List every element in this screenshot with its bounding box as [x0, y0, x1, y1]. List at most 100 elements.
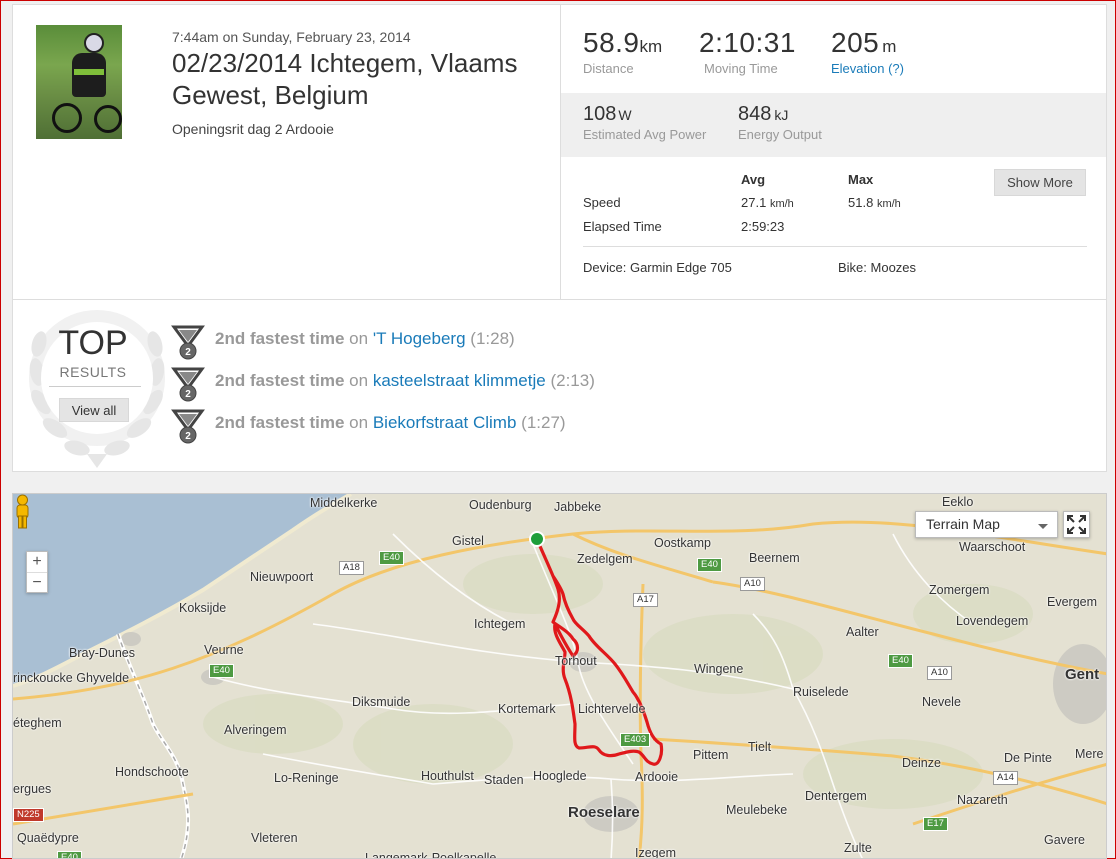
result-on: on — [349, 413, 369, 432]
map-label-ergues: ergues — [13, 782, 52, 796]
route-map[interactable]: Middelkerke Oudenburg Jabbeke Eeklo Gist… — [12, 493, 1107, 859]
map-label-nieuwpoort: Nieuwpoort — [250, 570, 314, 584]
map-label-jabbeke: Jabbeke — [554, 500, 602, 514]
map-label-kortemark: Kortemark — [498, 702, 556, 716]
map-label-langemark: Langemark-Poelkapelle — [365, 851, 497, 859]
map-label-meulebeke: Meulebeke — [726, 803, 788, 817]
energy-label: Energy Output — [738, 127, 822, 142]
map-label-wingene: Wingene — [694, 662, 744, 676]
moving-time-stat: 2:10:31 Moving Time — [699, 27, 796, 76]
divider — [583, 246, 1087, 247]
rider-helmet — [84, 33, 104, 53]
result-rank: 2nd fastest time — [215, 413, 345, 432]
map-label-gistel: Gistel — [452, 534, 484, 548]
map-label-izegem: Izegem — [635, 846, 676, 859]
speed-avg: 27.1 km/h — [741, 195, 794, 210]
map-label-diksmuide: Diksmuide — [352, 695, 411, 709]
map-label-gavere: Gavere — [1044, 833, 1085, 847]
map-label-lichtervelde: Lichtervelde — [578, 702, 646, 716]
svg-text:2: 2 — [185, 389, 191, 400]
avg-header: Avg — [741, 172, 766, 187]
map-label-aalter: Aalter — [846, 625, 879, 639]
result-on: on — [349, 329, 369, 348]
elapsed-time-label: Elapsed Time — [583, 219, 662, 234]
power-value: 108 — [583, 103, 617, 125]
energy-value: 848 — [738, 103, 772, 125]
medal-silver-icon: 2 — [171, 325, 205, 360]
speed-max-unit: km/h — [876, 198, 901, 210]
result-text: 2nd fastest time on kasteelstraat klimme… — [215, 371, 595, 391]
moving-time-label: Moving Time — [704, 61, 778, 76]
distance-stat: 58.9km Distance — [583, 27, 662, 76]
view-all-button[interactable]: View all — [59, 398, 129, 422]
result-on: on — [349, 371, 369, 390]
road-badge-a10: A10 — [927, 666, 952, 680]
result-rank: 2nd fastest time — [215, 371, 345, 390]
map-label-houthulst: Houthulst — [421, 769, 474, 783]
athlete-avatar[interactable] — [36, 25, 122, 139]
map-label-nevele: Nevele — [922, 695, 961, 709]
result-row: 2 2nd fastest time on 'T Hogeberg (1:28) — [171, 324, 871, 360]
map-label-waarschoot: Waarschoot — [959, 540, 1026, 554]
medal-silver-icon: 2 — [171, 409, 205, 444]
speed-avg-unit: km/h — [769, 198, 794, 210]
divider — [49, 386, 141, 387]
map-label-gent: Gent — [1065, 666, 1100, 683]
activity-title: 02/23/2014 Ichtegem, Vlaams Gewest, Belg… — [172, 48, 518, 110]
elevation-help-link[interactable]: Elevation (?) — [831, 61, 904, 76]
segment-link-t-hogeberg[interactable]: 'T Hogeberg — [373, 329, 466, 348]
map-label-eeklo: Eeklo — [942, 495, 974, 509]
map-label-oostkamp: Oostkamp — [654, 536, 711, 550]
map-label-ruiselede: Ruiselede — [793, 685, 849, 699]
svg-text:2: 2 — [185, 431, 191, 442]
road-badge-e40: E40 — [57, 851, 82, 858]
map-label-ardooie: Ardooie — [635, 770, 679, 784]
moving-time-value: 2:10:31 — [699, 27, 796, 58]
map-label-pittem: Pittem — [693, 748, 729, 762]
route-start-marker — [529, 531, 545, 547]
segment-link-kasteelstraat[interactable]: kasteelstraat klimmetje — [373, 371, 546, 390]
map-label-nazareth: Nazareth — [957, 793, 1008, 807]
road-badge-a18: A18 — [339, 561, 364, 575]
map-label-dentergem: Dentergem — [805, 789, 867, 803]
road-badge-n225: N225 — [13, 808, 44, 822]
street-view-pegman-icon[interactable] — [13, 494, 32, 530]
map-label-hondschoote: Hondschoote — [115, 765, 189, 779]
activity-summary: 7:44am on Sunday, February 23, 2014 02/2… — [12, 4, 1107, 300]
bike-wheel-rear — [52, 103, 82, 133]
energy-unit: kJ — [774, 107, 789, 123]
zoom-out-button[interactable]: − — [27, 572, 47, 592]
power-unit: W — [618, 107, 632, 123]
map-label-evergem: Evergem — [1047, 595, 1098, 609]
map-label-ichtegem: Ichtegem — [474, 617, 526, 631]
top-results-title: TOP — [58, 324, 128, 362]
road-badge-e40: E40 — [379, 551, 404, 565]
road-badge-e40: E40 — [209, 664, 234, 678]
map-label-veurne: Veurne — [204, 643, 244, 657]
result-time: (1:28) — [470, 329, 515, 348]
map-label-middelkerke: Middelkerke — [310, 496, 378, 510]
map-label-lo-reninge: Lo-Reninge — [274, 771, 339, 785]
road-badge-e40: E40 — [697, 558, 722, 572]
top-results-panel: TOP RESULTS View all 2 2nd fastest time … — [12, 300, 1107, 472]
show-more-button[interactable]: Show More — [994, 169, 1086, 196]
speed-max-value: 51.8 — [848, 195, 874, 210]
segment-link-biekorfstraat[interactable]: Biekorfstraat Climb — [373, 413, 517, 432]
map-type-dropdown[interactable]: Terrain Map — [915, 511, 1058, 538]
map-label-teghem: éteghem — [13, 716, 62, 730]
distance-value: 58.9 — [583, 27, 640, 58]
zoom-in-button[interactable]: + — [27, 552, 47, 572]
power-stat: 108 W Estimated Avg Power — [583, 103, 706, 142]
road-badge-e403: E403 — [620, 733, 651, 747]
map-label-koksijde: Koksijde — [179, 601, 227, 615]
map-label-bray-dunes: Bray-Dunes — [69, 646, 135, 660]
result-row: 2 2nd fastest time on kasteelstraat klim… — [171, 366, 871, 402]
map-label-mere: Mere — [1075, 747, 1104, 761]
power-label: Estimated Avg Power — [583, 127, 707, 142]
result-row: 2 2nd fastest time on Biekorfstraat Clim… — [171, 408, 871, 444]
bike-wheel-front — [94, 105, 122, 133]
fullscreen-button[interactable] — [1063, 511, 1090, 538]
map-type-label: Terrain Map — [926, 516, 1000, 532]
activity-stats: 58.9km Distance 2:10:31 Moving Time 205 m… — [560, 5, 1106, 299]
expand-icon — [1067, 515, 1086, 534]
